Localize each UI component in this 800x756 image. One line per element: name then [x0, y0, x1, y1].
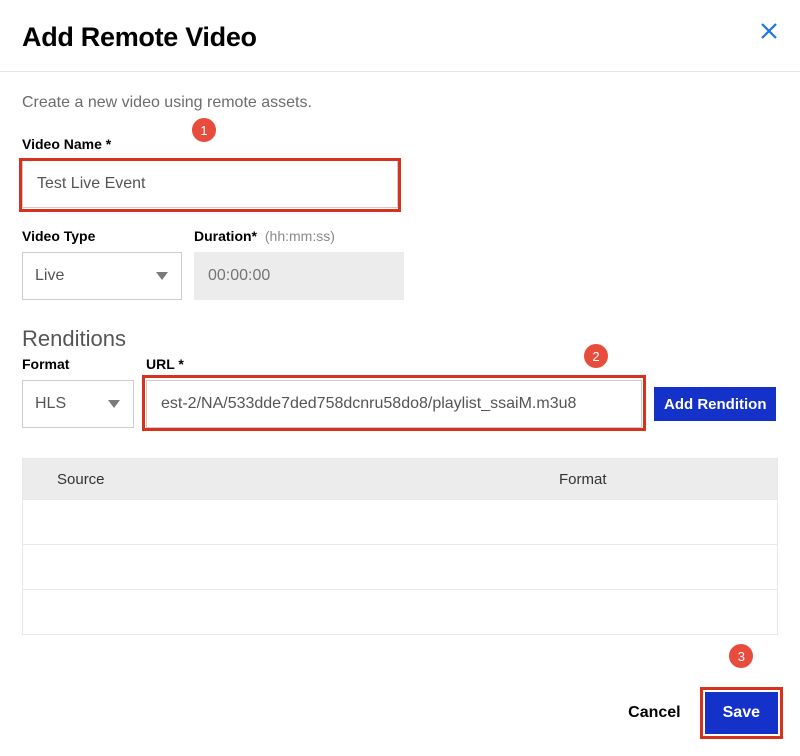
- table-row: [23, 589, 777, 634]
- video-type-value: Live: [35, 267, 64, 285]
- duration-hint: (hh:mm:ss): [265, 228, 335, 244]
- duration-label-text: Duration*: [194, 228, 257, 244]
- table-header-format: Format: [537, 471, 777, 488]
- url-input[interactable]: [146, 380, 642, 428]
- table-row: [23, 544, 777, 589]
- cancel-button[interactable]: Cancel: [618, 692, 690, 734]
- renditions-row: Format HLS URL * Add Rendition 2: [22, 356, 778, 428]
- renditions-table: Source Format: [22, 458, 778, 635]
- url-label: URL *: [146, 356, 642, 372]
- video-name-label: Video Name *: [22, 136, 778, 152]
- video-type-label: Video Type: [22, 228, 182, 244]
- video-type-select[interactable]: Live: [22, 252, 182, 300]
- video-name-field: Video Name * 1: [22, 136, 778, 208]
- chevron-down-icon: [155, 271, 169, 281]
- dialog-subtitle: Create a new video using remote assets.: [22, 94, 778, 112]
- format-select[interactable]: HLS: [22, 380, 134, 428]
- annotation-badge-3: 3: [729, 644, 753, 668]
- close-icon[interactable]: [760, 22, 778, 40]
- url-field: URL *: [146, 356, 642, 428]
- table-row: [23, 499, 777, 544]
- video-name-input[interactable]: [22, 160, 398, 208]
- duration-input[interactable]: [194, 252, 404, 300]
- table-header: Source Format: [23, 459, 777, 499]
- type-duration-row: Video Type Live Duration* (hh:mm:ss): [22, 228, 778, 300]
- table-header-source: Source: [23, 471, 537, 488]
- duration-field: Duration* (hh:mm:ss): [194, 228, 404, 300]
- renditions-heading: Renditions: [22, 326, 778, 352]
- add-rendition-button[interactable]: Add Rendition: [654, 387, 776, 421]
- duration-label: Duration* (hh:mm:ss): [194, 228, 404, 244]
- dialog-title: Add Remote Video: [22, 22, 778, 53]
- dialog-body: Create a new video using remote assets. …: [0, 72, 800, 635]
- dialog-footer: Cancel Save 3: [618, 692, 778, 734]
- format-label: Format: [22, 356, 134, 372]
- chevron-down-icon: [107, 399, 121, 409]
- format-value: HLS: [35, 395, 66, 413]
- save-button[interactable]: Save: [705, 692, 778, 734]
- video-type-field: Video Type Live: [22, 228, 182, 300]
- dialog-header: Add Remote Video: [0, 0, 800, 72]
- format-field: Format HLS: [22, 356, 134, 428]
